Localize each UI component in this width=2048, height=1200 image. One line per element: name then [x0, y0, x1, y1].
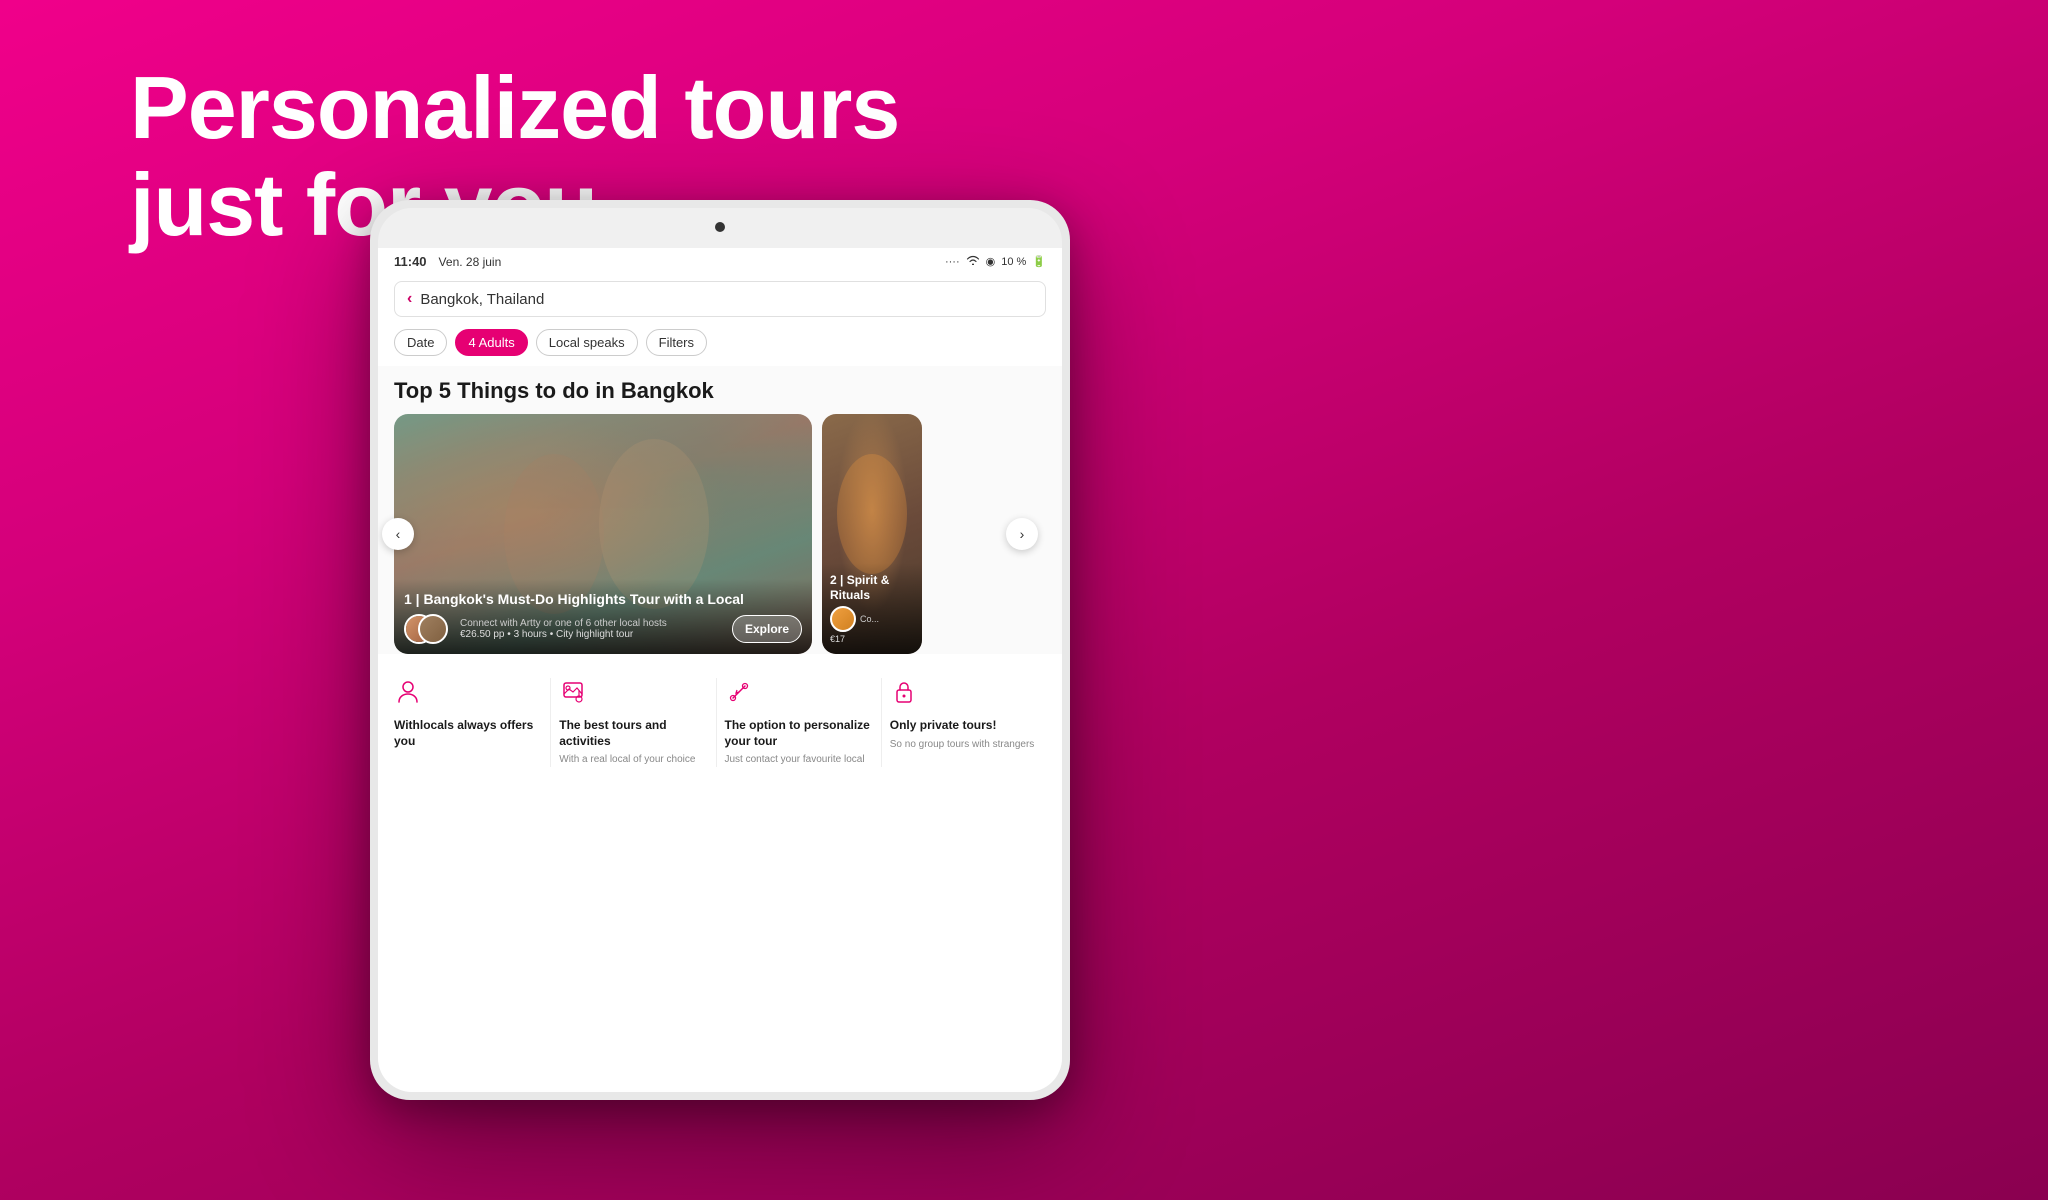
feature-desc-3: So no group tours with strangers: [890, 738, 1038, 752]
hero-line1: Personalized tours: [130, 60, 899, 157]
status-time: 11:40: [394, 254, 427, 269]
filter-row: Date 4 Adults Local speaks Filters: [378, 323, 1062, 366]
feature-title-3: Only private tours!: [890, 718, 1038, 734]
card-price-2: €17: [830, 634, 914, 644]
tour-card-2[interactable]: 2 | Spirit & Rituals Co... €17: [822, 414, 922, 654]
personalize-icon: [725, 678, 873, 712]
card-info-1: Connect with Artty or one of 6 other loc…: [460, 618, 726, 640]
card-carousel: 1 | Bangkok's Must-Do Highlights Tour wi…: [394, 414, 1046, 654]
carousel-track: 1 | Bangkok's Must-Do Highlights Tour wi…: [394, 414, 1046, 654]
card-details: €26.50 pp • 3 hours • City highlight tou…: [460, 629, 726, 640]
avatar-3: [830, 606, 856, 632]
card-footer-2: Co...: [830, 606, 914, 632]
features-bar: Withlocals always offers you The best to…: [378, 664, 1062, 767]
filter-filters[interactable]: Filters: [646, 329, 707, 356]
avatar-group: [404, 614, 440, 644]
status-date: Ven. 28 juin: [439, 255, 502, 269]
feature-withlocals: Withlocals always offers you: [394, 678, 551, 767]
feature-title-0: Withlocals always offers you: [394, 718, 542, 749]
status-bar: 11:40 Ven. 28 juin ···· ◉ 10 % 🔋: [378, 248, 1062, 275]
tablet-device: 11:40 Ven. 28 juin ···· ◉ 10 % 🔋: [370, 200, 1070, 1100]
private-icon: [890, 678, 1038, 712]
filter-date[interactable]: Date: [394, 329, 447, 356]
battery-icon: 🔋: [1032, 255, 1046, 268]
card-connect-text: Connect with Artty or one of 6 other loc…: [460, 618, 726, 629]
location-icon: ◉: [986, 255, 996, 268]
card-connect-2: Co...: [860, 614, 879, 624]
screen: 11:40 Ven. 28 juin ···· ◉ 10 % 🔋: [378, 248, 1062, 1092]
card-title-2: 2 | Spirit & Rituals: [830, 573, 914, 602]
withlocals-icon: [394, 678, 542, 712]
tablet-inner: 11:40 Ven. 28 juin ···· ◉ 10 % 🔋: [378, 208, 1062, 1092]
tour-card-1[interactable]: 1 | Bangkok's Must-Do Highlights Tour wi…: [394, 414, 812, 654]
feature-title-1: The best tours and activities: [559, 718, 707, 749]
section-title: Top 5 Things to do in Bangkok: [394, 366, 1046, 414]
avatar-2: [418, 614, 448, 644]
feature-title-2: The option to personalize your tour: [725, 718, 873, 749]
back-arrow-icon[interactable]: ‹: [407, 290, 412, 308]
feature-desc-2: Just contact your favourite local: [725, 753, 873, 767]
wifi-icon: [966, 255, 980, 268]
card-footer-1: Connect with Artty or one of 6 other loc…: [404, 614, 802, 644]
carousel-prev-button[interactable]: ‹: [382, 518, 414, 550]
feature-private: Only private tours! So no group tours wi…: [882, 678, 1046, 767]
carousel-next-button[interactable]: ›: [1006, 518, 1038, 550]
filter-adults[interactable]: 4 Adults: [455, 329, 527, 356]
main-content: Top 5 Things to do in Bangkok: [378, 366, 1062, 654]
explore-button[interactable]: Explore: [732, 615, 802, 643]
tours-icon: [559, 678, 707, 712]
search-input[interactable]: Bangkok, Thailand: [420, 291, 544, 308]
filter-local-speaks[interactable]: Local speaks: [536, 329, 638, 356]
status-right: ···· ◉ 10 % 🔋: [945, 255, 1046, 268]
card-overlay-2: 2 | Spirit & Rituals Co... €17: [822, 563, 922, 654]
battery-text: 10 %: [1001, 256, 1026, 268]
signal-icon: ····: [945, 256, 960, 268]
feature-tours: The best tours and activities With a rea…: [551, 678, 716, 767]
card-overlay-1: 1 | Bangkok's Must-Do Highlights Tour wi…: [394, 579, 812, 654]
card-title-1: 1 | Bangkok's Must-Do Highlights Tour wi…: [404, 591, 802, 608]
search-bar[interactable]: ‹ Bangkok, Thailand: [394, 281, 1046, 317]
camera-dot: [715, 222, 725, 232]
feature-desc-1: With a real local of your choice: [559, 753, 707, 767]
feature-personalize: The option to personalize your tour Just…: [717, 678, 882, 767]
